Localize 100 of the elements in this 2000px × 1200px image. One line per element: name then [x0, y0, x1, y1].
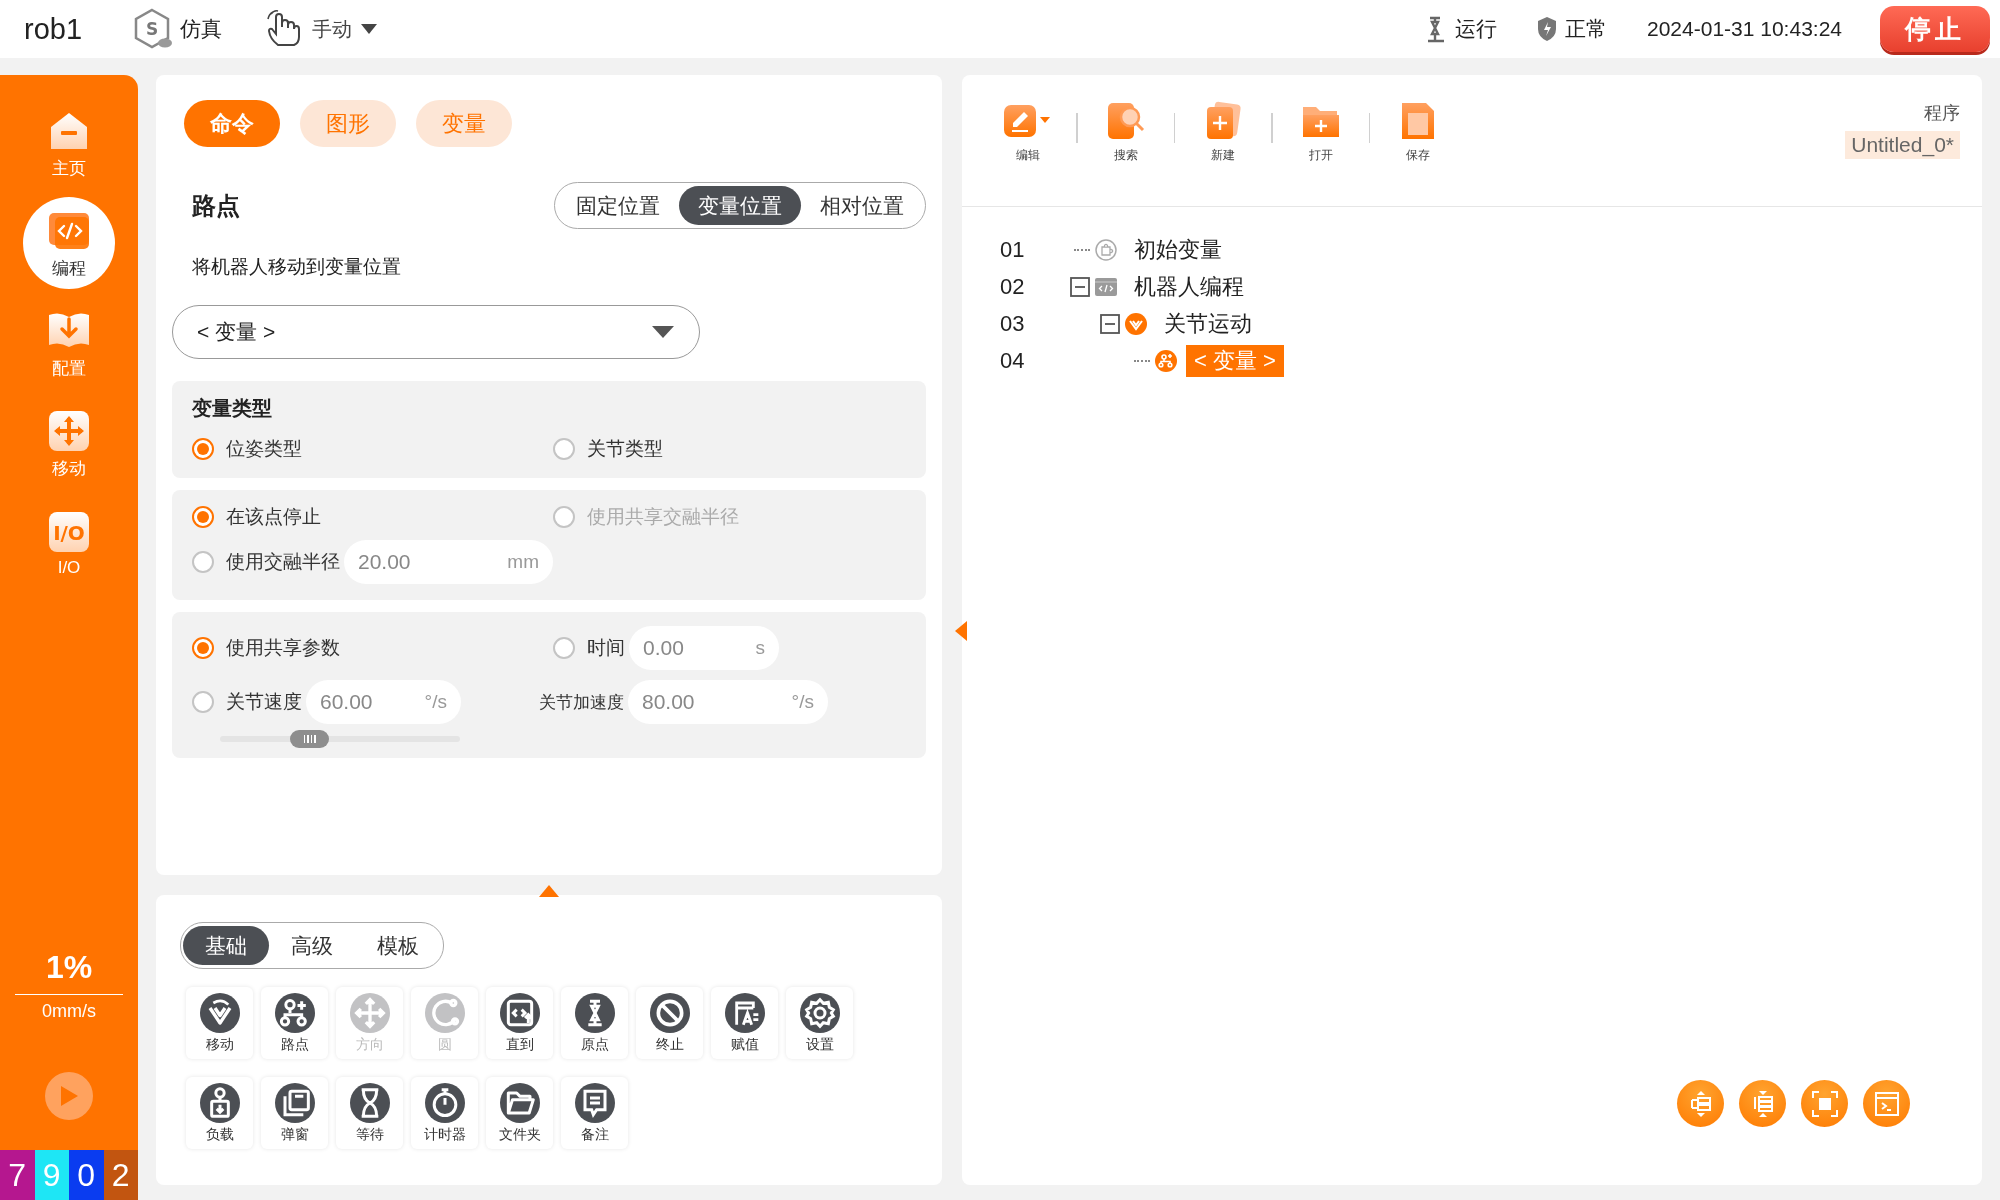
play-icon [58, 1084, 80, 1108]
toolbar-button[interactable]: 保存 [1392, 101, 1444, 164]
slider-thumb[interactable] [290, 730, 330, 748]
puzzle-circle-icon [1094, 237, 1118, 262]
fullscreen-icon[interactable] [1801, 1080, 1848, 1127]
v-circle-icon [1124, 311, 1148, 336]
folder-icon [499, 1082, 540, 1123]
tree-node-label[interactable]: 机器人编程 [1126, 270, 1252, 303]
radio-button[interactable] [553, 637, 575, 659]
counter-digit: 2 [103, 1150, 138, 1200]
caret-icon [360, 23, 379, 35]
number-field[interactable]: 60.00 °/s [306, 680, 461, 724]
speech-bubble-icon [574, 1082, 615, 1123]
form-icon [724, 992, 765, 1033]
search-icon [1105, 101, 1146, 141]
radio-button[interactable] [192, 637, 214, 659]
control-mode-dropdown[interactable]: 手动 [264, 9, 379, 49]
toolbar-button[interactable]: 编辑 [1002, 101, 1054, 164]
hourglass-icon [349, 1082, 390, 1123]
counter-digit: 0 [69, 1150, 104, 1200]
line-number: 03 [1000, 310, 1026, 337]
field-label: 关节加速度 [539, 691, 624, 714]
palette-tab[interactable]: 基础 [183, 926, 269, 965]
palette-tab[interactable]: 模板 [355, 926, 441, 965]
number-field[interactable]: 80.00 °/s [628, 680, 828, 724]
command-button[interactable]: 终止 [636, 987, 703, 1059]
move-arrows-icon [349, 992, 390, 1033]
command-button[interactable]: 计时器 [411, 1077, 478, 1149]
radio-button[interactable] [192, 438, 214, 460]
pillar-icon [574, 992, 615, 1033]
position-tab[interactable]: 相对位置 [801, 186, 923, 225]
radio-button[interactable] [553, 438, 575, 460]
person-weight-icon [199, 1082, 240, 1123]
program-label: 程序 [1924, 102, 1960, 125]
radio-button[interactable] [192, 691, 214, 713]
speed-percent: 1% [45, 949, 93, 986]
option-label: 位姿类型 [226, 437, 302, 461]
robot-arm-icon [1425, 15, 1447, 43]
command-button[interactable]: 负载 [186, 1077, 253, 1149]
command-button[interactable]: 弹窗 [261, 1077, 328, 1149]
command-button[interactable]: 直到 [486, 987, 553, 1059]
tree-node-label[interactable]: 初始变量 [1126, 233, 1230, 266]
code-window-icon [499, 992, 540, 1033]
toolbar-button[interactable]: 新建 [1197, 101, 1249, 164]
option-label: 使用共享参数 [226, 636, 340, 660]
position-tab[interactable]: 固定位置 [557, 186, 679, 225]
command-button[interactable]: 备注 [561, 1077, 628, 1149]
section-title: 路点 [192, 190, 240, 221]
option-label: 使用共享交融半径 [587, 505, 739, 529]
nodes-icon [274, 992, 315, 1033]
command-button[interactable]: 路点 [261, 987, 328, 1059]
play-button[interactable] [45, 1072, 93, 1120]
toolbar-button[interactable]: 打开 [1294, 101, 1347, 164]
velocity-readout: 0mm/s [42, 1001, 96, 1022]
section-title: 变量类型 [192, 396, 273, 421]
windows-icon [274, 1082, 315, 1123]
number-field[interactable]: 20.00 mm [344, 540, 553, 584]
radio-button[interactable] [192, 506, 214, 528]
collapse-box-icon[interactable] [1070, 276, 1090, 297]
command-button[interactable]: 移动 [186, 987, 253, 1059]
collapse-arrow-icon[interactable] [954, 620, 968, 642]
caret-icon [651, 325, 675, 339]
radio-button[interactable] [192, 551, 214, 573]
position-tab[interactable]: 变量位置 [679, 186, 801, 225]
datetime: 2024-01-31 10:43:24 [1647, 17, 1842, 41]
option-label: 关节速度 [226, 690, 302, 714]
stopwatch-icon [424, 1082, 465, 1123]
hierarchy-icon[interactable] [1677, 1080, 1724, 1127]
program-name: Untitled_0* [1845, 131, 1960, 159]
collapse-box-icon[interactable] [1100, 313, 1120, 334]
shield-icon [1537, 16, 1557, 42]
option-label: 关节类型 [587, 437, 663, 461]
line-number: 01 [1000, 236, 1026, 263]
command-button[interactable]: 赋值 [711, 987, 778, 1059]
option-label: 在该点停止 [226, 505, 321, 529]
status-label: 运行 [1455, 16, 1497, 42]
double-v-icon [199, 992, 240, 1033]
number-field[interactable]: 0.00 s [629, 626, 779, 670]
list-tree-icon[interactable] [1739, 1080, 1786, 1127]
toolbar-button[interactable]: 搜索 [1099, 101, 1152, 164]
terminal-icon[interactable] [1863, 1080, 1910, 1127]
line-number: 02 [1000, 273, 1026, 300]
expand-arrow-icon[interactable] [538, 884, 560, 898]
tree-node-label[interactable]: 关节运动 [1156, 307, 1260, 340]
option-label: 时间 [587, 636, 625, 660]
command-button[interactable]: 原点 [561, 987, 628, 1059]
settings-icon [799, 992, 840, 1033]
counter-digit: 9 [34, 1150, 69, 1200]
option-label: 使用交融半径 [226, 550, 340, 574]
status-label: 正常 [1565, 16, 1607, 42]
palette-tab[interactable]: 高级 [269, 926, 355, 965]
prohibited-icon [649, 992, 690, 1033]
sidebar-item[interactable]: 编程 [23, 197, 115, 289]
description: 将机器人移动到变量位置 [192, 255, 402, 279]
command-button[interactable]: 文件夹 [486, 1077, 553, 1149]
command-button[interactable]: 设置 [786, 987, 853, 1059]
mode-label: 仿真 [180, 16, 223, 42]
robot-name: rob1 [24, 12, 83, 46]
nodes-circle-icon [1154, 348, 1178, 373]
command-button[interactable]: 等待 [336, 1077, 403, 1149]
